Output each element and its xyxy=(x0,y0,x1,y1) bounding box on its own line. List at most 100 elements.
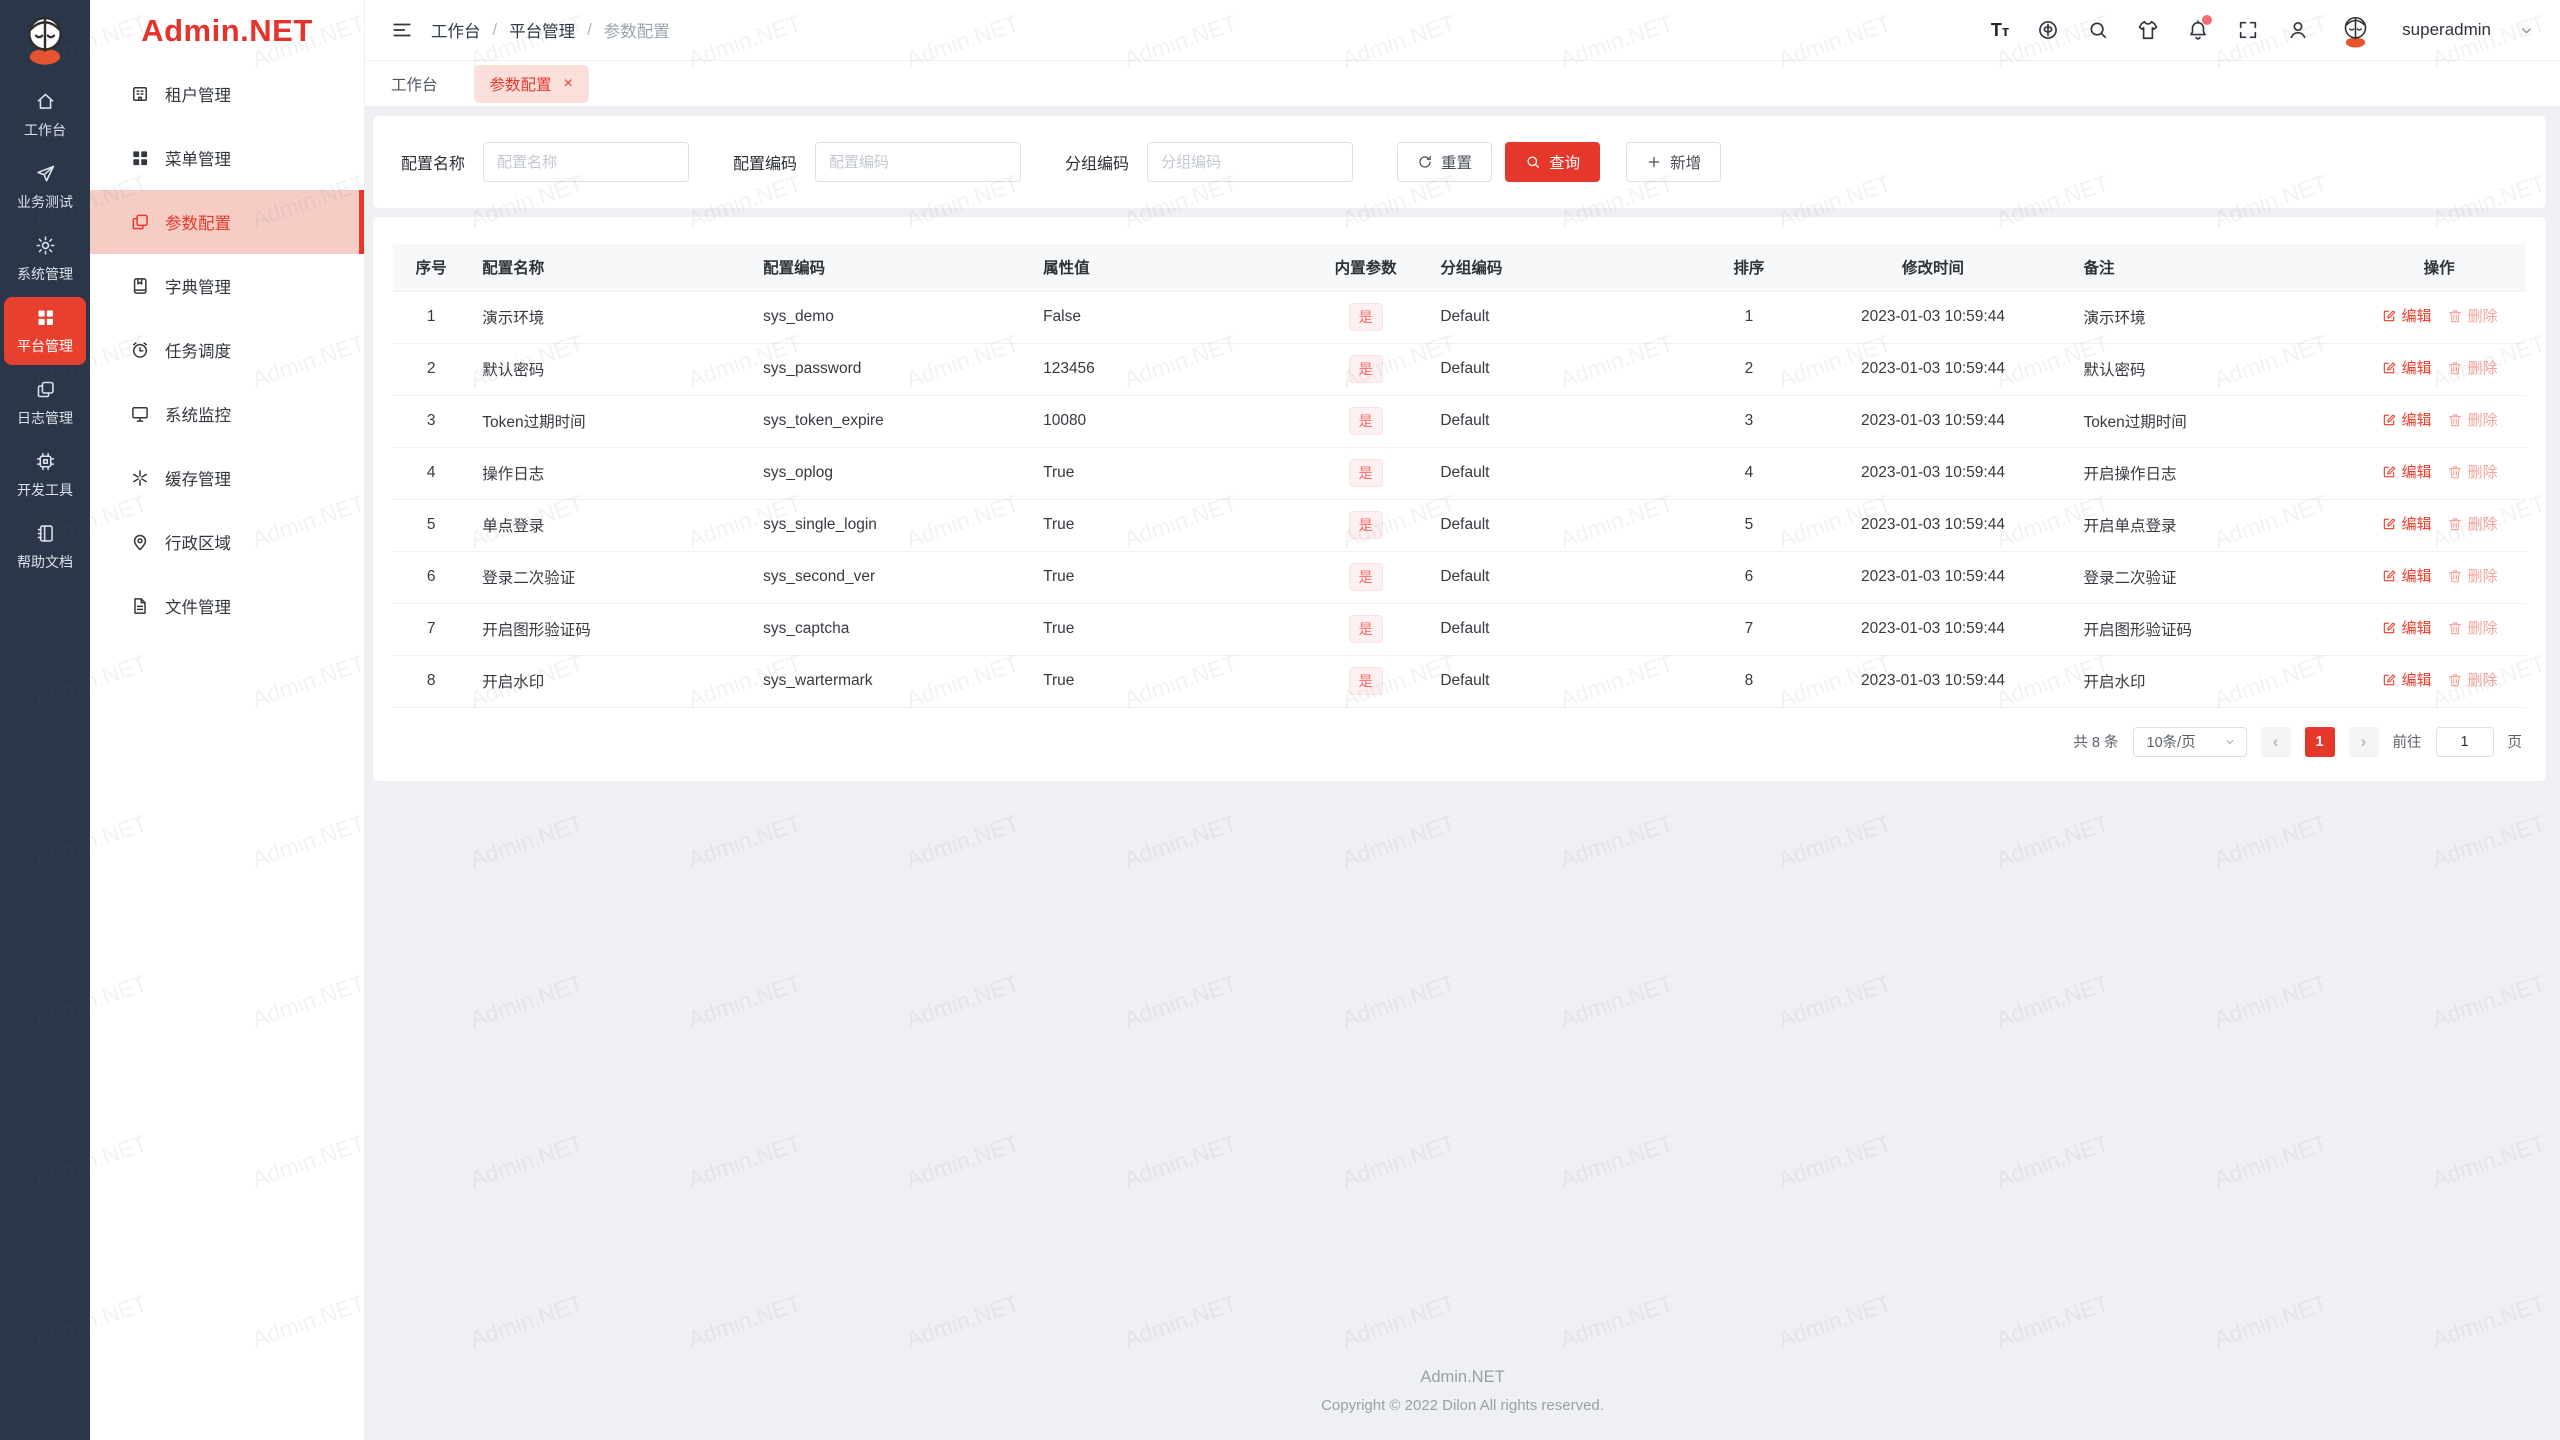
query-button[interactable]: 查询 xyxy=(1505,142,1601,182)
sidebar-item-tenant[interactable]: 租户管理 xyxy=(90,62,364,126)
page-number-current[interactable]: 1 xyxy=(2304,726,2335,757)
table-row: 1 演示环境 sys_demo False 是 Default 1 2023-01-03 10… xyxy=(393,291,2526,344)
edit-button[interactable]: 编辑 xyxy=(2381,669,2432,690)
fullscreen-icon[interactable] xyxy=(2237,19,2259,41)
cell-code: sys_second_ver xyxy=(750,551,1031,604)
rail-item-logs[interactable]: 日志管理 xyxy=(4,369,86,437)
edit-button[interactable]: 编辑 xyxy=(2381,357,2432,378)
sidebar-item-config[interactable]: 参数配置 xyxy=(90,190,364,254)
sidebar-item-menu[interactable]: 菜单管理 xyxy=(90,126,364,190)
delete-button[interactable]: 删除 xyxy=(2447,357,2498,378)
alarm-icon xyxy=(130,340,150,360)
table-row: 3 Token过期时间 sys_token_expire 10080 是 Default 3… xyxy=(393,395,2526,448)
prev-page-button[interactable]: ‹ xyxy=(2260,726,2291,757)
rail-item-platform[interactable]: 平台管理 xyxy=(4,297,86,365)
breadcrumb-item-platform[interactable]: 平台管理 xyxy=(509,18,575,42)
edit-icon xyxy=(2381,568,2397,584)
rail-item-system[interactable]: 系统管理 xyxy=(4,225,86,293)
username-label[interactable]: superadmin xyxy=(2402,20,2491,40)
cell-actions: 编辑 删除 xyxy=(2352,395,2526,448)
sidebar-item-monitor[interactable]: 系统监控 xyxy=(90,382,364,446)
column-header-value: 属性值 xyxy=(1030,244,1304,292)
rail-item-help-docs[interactable]: 帮助文档 xyxy=(4,513,86,581)
next-page-button[interactable]: › xyxy=(2348,726,2379,757)
doc-icon xyxy=(130,596,150,616)
goto-page-input[interactable] xyxy=(2435,726,2494,757)
edit-button[interactable]: 编辑 xyxy=(2381,461,2432,482)
rail-item-dev-tools[interactable]: 开发工具 xyxy=(4,441,86,509)
trash-icon xyxy=(2447,360,2463,376)
delete-button[interactable]: 删除 xyxy=(2447,513,2498,534)
sidebar-item-dict[interactable]: 字典管理 xyxy=(90,254,364,318)
cell-sort: 2 xyxy=(1702,343,1796,396)
column-header-name: 配置名称 xyxy=(469,244,751,292)
cell-actions: 编辑 删除 xyxy=(2352,603,2526,656)
tab-workbench[interactable]: 工作台 xyxy=(391,73,438,95)
rail-item-workbench[interactable]: 工作台 xyxy=(4,81,86,149)
copy-icon xyxy=(130,212,150,232)
tab-config-active[interactable]: 参数配置 × xyxy=(473,64,589,103)
sidebar-item-cache[interactable]: 缓存管理 xyxy=(90,446,364,510)
cell-actions: 编辑 删除 xyxy=(2352,291,2526,344)
breadcrumb: 工作台 / 平台管理 / 参数配置 xyxy=(431,18,670,42)
language-icon[interactable] xyxy=(2037,19,2059,41)
close-icon[interactable]: × xyxy=(564,75,573,92)
profile-icon[interactable] xyxy=(2287,19,2309,41)
user-avatar[interactable] xyxy=(2337,12,2374,49)
rail-item-biz-test[interactable]: 业务测试 xyxy=(4,153,86,221)
sidebar-item-files[interactable]: 文件管理 xyxy=(90,574,364,638)
group-code-input[interactable] xyxy=(1147,142,1354,182)
sidebar-item-schedule[interactable]: 任务调度 xyxy=(90,318,364,382)
sidebar-item-label: 文件管理 xyxy=(165,599,231,617)
send-icon xyxy=(35,163,56,184)
trash-icon xyxy=(2447,464,2463,480)
delete-button[interactable]: 删除 xyxy=(2447,409,2498,430)
sidebar-item-label: 租户管理 xyxy=(165,87,231,105)
cell-name: Token过期时间 xyxy=(469,395,751,448)
delete-button[interactable]: 删除 xyxy=(2447,305,2498,326)
cell-group: Default xyxy=(1427,603,1703,656)
edit-icon xyxy=(2381,672,2397,688)
edit-button[interactable]: 编辑 xyxy=(2381,565,2432,586)
delete-button[interactable]: 删除 xyxy=(2447,565,2498,586)
theme-skin-icon[interactable] xyxy=(2137,19,2159,41)
font-size-icon[interactable]: Tт xyxy=(1991,20,2009,41)
edit-button[interactable]: 编辑 xyxy=(2381,617,2432,638)
breadcrumb-separator: / xyxy=(587,20,592,39)
cell-group: Default xyxy=(1427,499,1703,552)
reset-button[interactable]: 重置 xyxy=(1397,142,1493,182)
cell-sort: 4 xyxy=(1702,447,1796,500)
sidebar-item-region[interactable]: 行政区域 xyxy=(90,510,364,574)
cell-value: True xyxy=(1030,447,1304,500)
cell-code: sys_password xyxy=(750,343,1031,396)
delete-button[interactable]: 删除 xyxy=(2447,669,2498,690)
config-code-input[interactable] xyxy=(815,142,1022,182)
config-name-input[interactable] xyxy=(483,142,690,182)
menu-fold-icon[interactable] xyxy=(391,19,413,41)
monitor-icon xyxy=(130,404,150,424)
cell-name: 演示环境 xyxy=(469,291,751,344)
cell-builtin: 是 xyxy=(1303,395,1428,448)
edit-button[interactable]: 编辑 xyxy=(2381,513,2432,534)
delete-button[interactable]: 删除 xyxy=(2447,617,2498,638)
cell-time: 2023-01-03 10:59:44 xyxy=(1795,551,2071,604)
rail-item-label: 系统管理 xyxy=(17,266,73,282)
edit-button[interactable]: 编辑 xyxy=(2381,305,2432,326)
cell-remark: 开启水印 xyxy=(2070,655,2353,708)
cell-code: sys_captcha xyxy=(750,603,1031,656)
edit-button[interactable]: 编辑 xyxy=(2381,409,2432,430)
page-size-select[interactable]: 10条/页 xyxy=(2132,726,2247,757)
add-button[interactable]: 新增 xyxy=(1626,142,1722,182)
search-icon[interactable] xyxy=(2087,19,2109,41)
trash-icon xyxy=(2447,620,2463,636)
notifications-bell-icon[interactable] xyxy=(2187,15,2213,41)
delete-button[interactable]: 删除 xyxy=(2447,461,2498,482)
chevron-down-icon[interactable] xyxy=(2519,23,2534,38)
gear-icon xyxy=(35,235,56,256)
builtin-tag: 是 xyxy=(1348,459,1383,487)
cell-sort: 6 xyxy=(1702,551,1796,604)
breadcrumb-item-workbench[interactable]: 工作台 xyxy=(431,18,481,42)
filter-field-code: 配置编码 xyxy=(733,142,1022,182)
builtin-tag: 是 xyxy=(1348,355,1383,383)
cell-value: True xyxy=(1030,655,1304,708)
